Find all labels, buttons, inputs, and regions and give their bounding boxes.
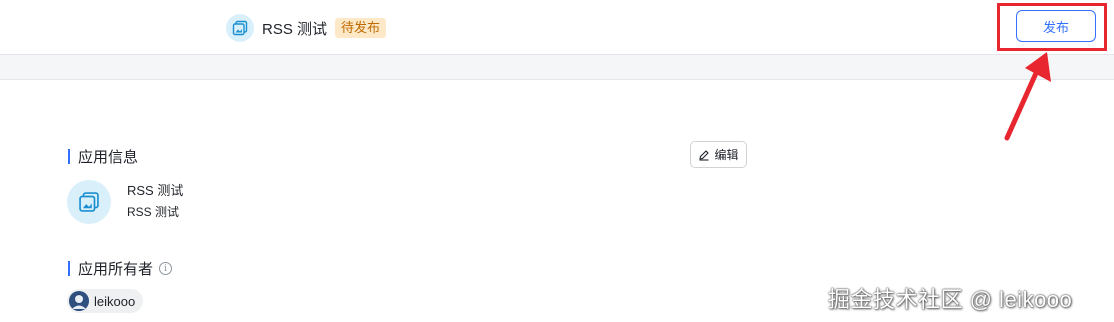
section-title-text: 应用信息 bbox=[78, 149, 139, 166]
app-image-icon bbox=[67, 180, 111, 224]
section-title-app-info: 应用信息 bbox=[68, 146, 138, 167]
owner-name: leikooo bbox=[94, 293, 136, 309]
section-accent-bar bbox=[68, 149, 70, 164]
app-name: RSS 测试 bbox=[127, 183, 184, 198]
app-title: RSS 测试 bbox=[262, 20, 328, 38]
app-image-icon bbox=[226, 14, 254, 42]
section-title-text: 应用所有者 bbox=[78, 261, 154, 278]
page: RSS 测试 待发布 发布 应用信息 编辑 RSS 测试 RSS 测试 应用所有… bbox=[0, 0, 1114, 322]
section-accent-bar bbox=[68, 261, 70, 276]
status-badge: 待发布 bbox=[335, 18, 387, 38]
app-description: RSS 测试 bbox=[127, 205, 180, 219]
pencil-icon bbox=[699, 149, 710, 161]
edit-button-label: 编辑 bbox=[714, 148, 739, 162]
watermark: 掘金技术社区 @ leikooo bbox=[828, 287, 1073, 312]
app-texts: RSS 测试 RSS 测试 bbox=[127, 180, 183, 220]
avatar bbox=[69, 291, 89, 311]
top-header: RSS 测试 待发布 发布 bbox=[0, 0, 1114, 55]
publish-button[interactable]: 发布 bbox=[1016, 10, 1096, 42]
app-chip: RSS 测试 待发布 bbox=[226, 13, 387, 43]
info-icon[interactable]: i bbox=[159, 262, 173, 275]
edit-button[interactable]: 编辑 bbox=[690, 141, 747, 168]
owner-chip[interactable]: leikooo bbox=[67, 289, 144, 313]
section-title-app-owner: 应用所有者 i bbox=[68, 258, 173, 279]
app-card: RSS 测试 RSS 测试 bbox=[67, 180, 183, 224]
toolbar-band bbox=[0, 55, 1114, 80]
